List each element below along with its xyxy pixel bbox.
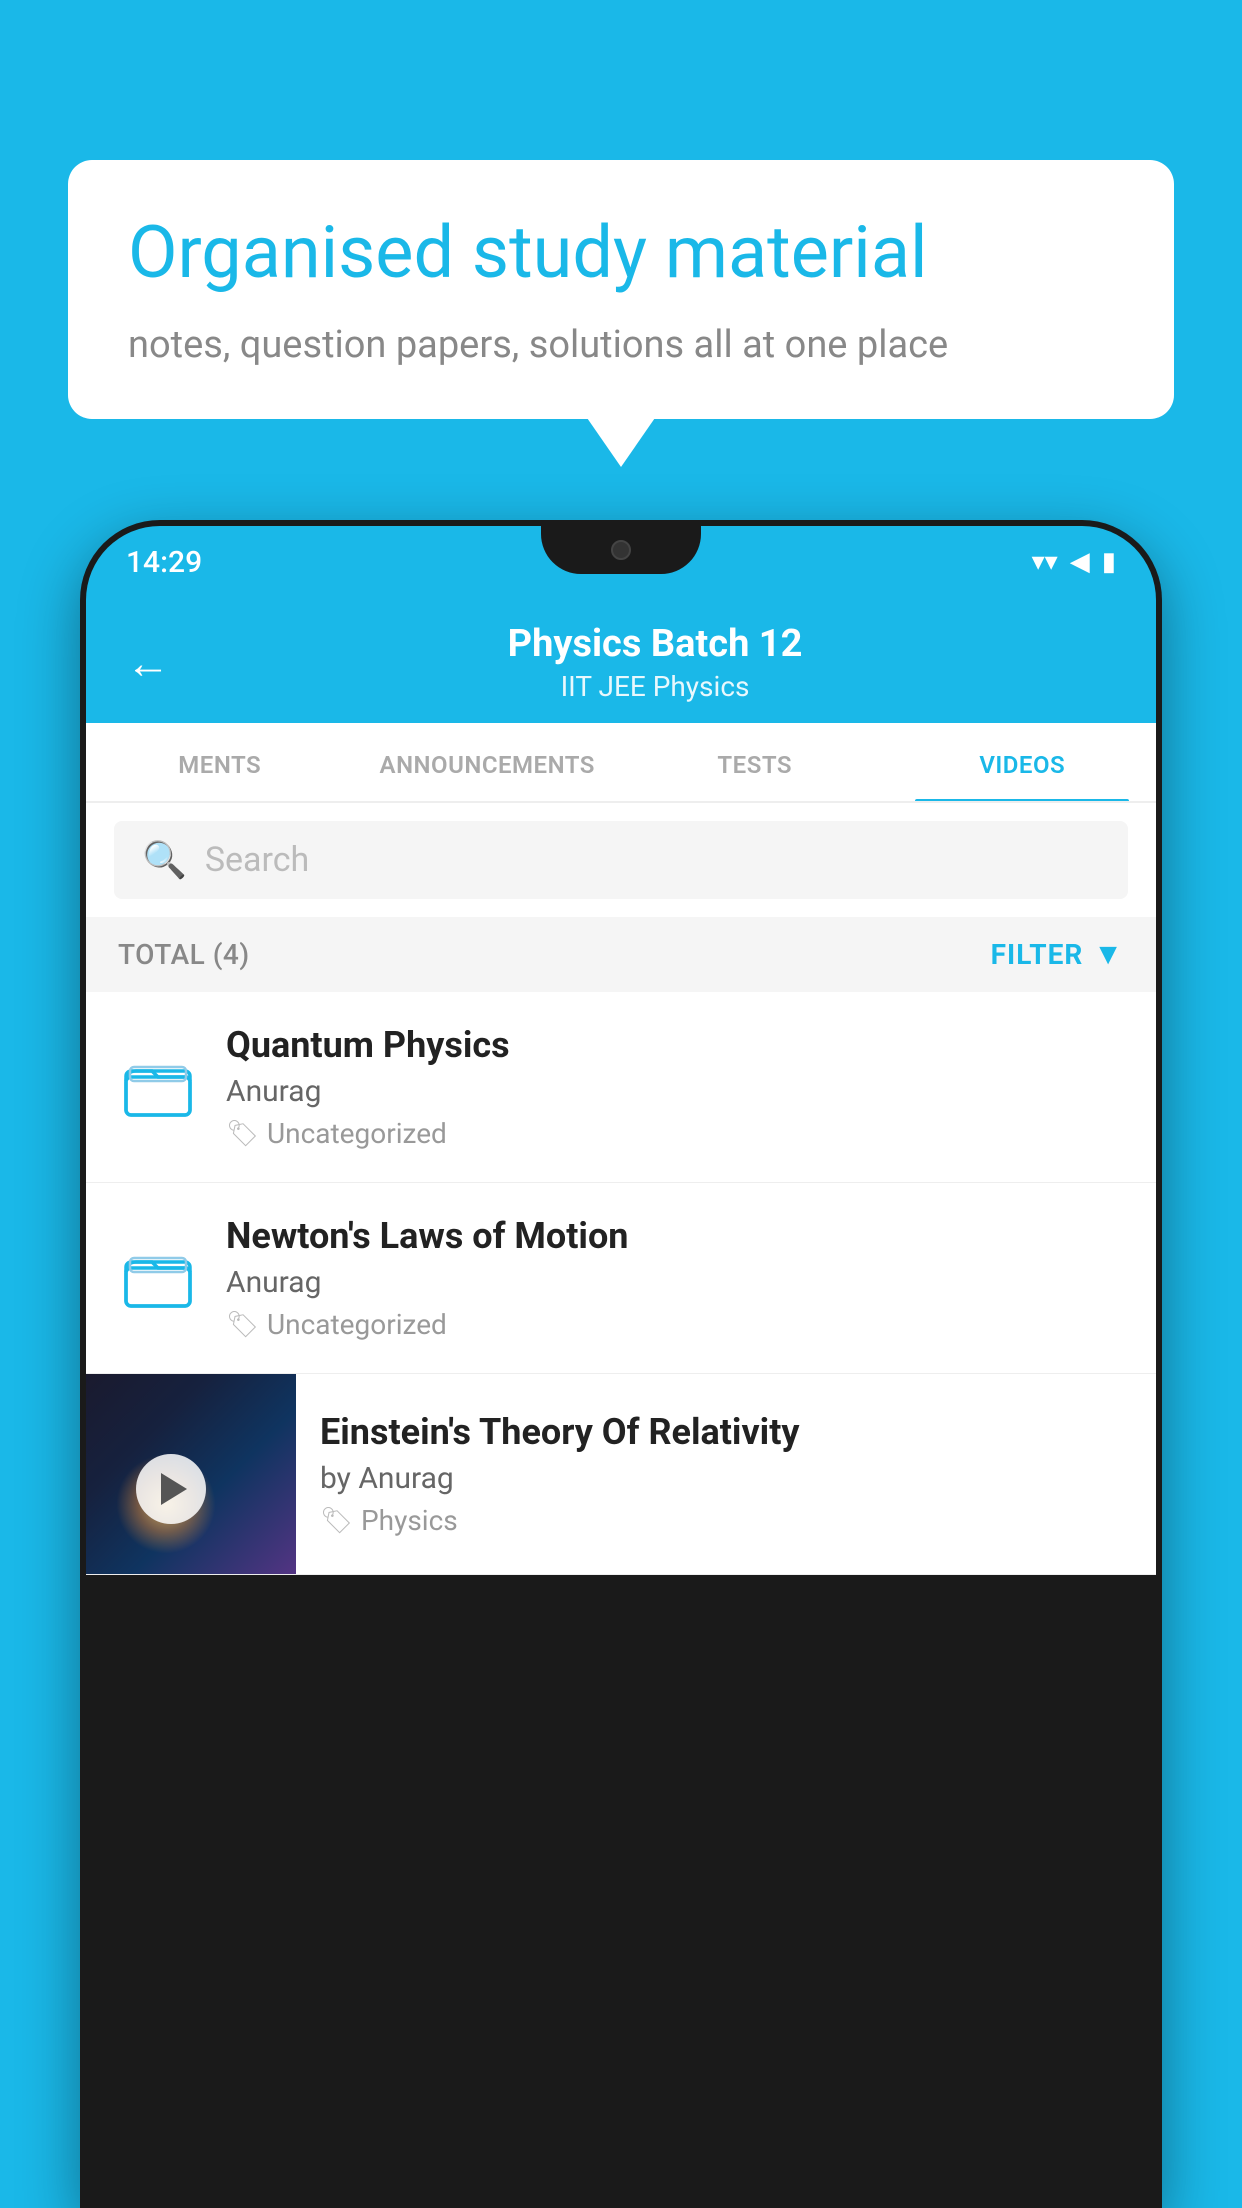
tab-ments[interactable]: MENTS [86,723,354,801]
video-title: Einstein's Theory Of Relativity [320,1411,1132,1453]
tag-icon: 🏷 [226,1310,259,1340]
folder-icon [124,1246,192,1310]
batch-subtitle: IIT JEE Physics [194,670,1116,703]
filter-icon: ▼ [1093,937,1124,972]
search-input-wrapper[interactable]: 🔍 Search [114,821,1128,899]
list-item[interactable]: Newton's Laws of Motion Anurag 🏷 Uncateg… [86,1183,1156,1374]
video-tag: 🏷 Uncategorized [226,1308,1124,1341]
play-button[interactable] [136,1454,206,1524]
tab-videos[interactable]: VIDEOS [889,723,1157,801]
batch-title: Physics Batch 12 [194,622,1116,666]
search-input[interactable]: Search [205,840,309,880]
tab-announcements[interactable]: ANNOUNCEMENTS [354,723,622,801]
total-count: TOTAL (4) [118,938,250,971]
back-button[interactable]: ← [126,637,170,689]
tabs-bar: MENTS ANNOUNCEMENTS TESTS VIDEOS [86,723,1156,803]
app-header: ← Physics Batch 12 IIT JEE Physics [86,598,1156,723]
video-info: Quantum Physics Anurag 🏷 Uncategorized [226,1024,1124,1150]
tag-icon: 🏷 [226,1119,259,1149]
front-camera [611,540,631,560]
signal-icon: ◀ [1070,547,1090,577]
video-info: Newton's Laws of Motion Anurag 🏷 Uncateg… [226,1215,1124,1341]
phone-frame: 14:29 ▾▾ ◀ ▮ ← Physics Batch 12 IIT JEE … [80,520,1162,2208]
video-thumbnail [86,1374,296,1574]
video-title: Quantum Physics [226,1024,1124,1066]
video-list: Quantum Physics Anurag 🏷 Uncategorized [86,992,1156,1575]
video-info: Einstein's Theory Of Relativity by Anura… [296,1383,1156,1565]
video-author: Anurag [226,1265,1124,1300]
speech-bubble: Organised study material notes, question… [68,160,1174,419]
play-icon [161,1473,187,1505]
video-author: Anurag [226,1074,1124,1109]
wifi-icon: ▾▾ [1032,547,1058,577]
bubble-subtext: notes, question papers, solutions all at… [128,323,1114,367]
speech-bubble-card: Organised study material notes, question… [68,160,1174,419]
phone-inner: 14:29 ▾▾ ◀ ▮ ← Physics Batch 12 IIT JEE … [86,526,1156,2202]
status-time: 14:29 [126,545,202,580]
list-item[interactable]: Einstein's Theory Of Relativity by Anura… [86,1374,1156,1575]
folder-icon-container [118,1055,198,1119]
search-icon: 🔍 [142,839,187,881]
tab-tests[interactable]: TESTS [621,723,889,801]
search-container: 🔍 Search [86,803,1156,917]
header-title-group: Physics Batch 12 IIT JEE Physics [194,622,1116,703]
folder-icon-container [118,1246,198,1310]
status-bar: 14:29 ▾▾ ◀ ▮ [86,526,1156,598]
video-title: Newton's Laws of Motion [226,1215,1124,1257]
battery-icon: ▮ [1102,547,1116,577]
video-tag: 🏷 Physics [320,1504,1132,1537]
video-author: by Anurag [320,1461,1132,1496]
list-item[interactable]: Quantum Physics Anurag 🏷 Uncategorized [86,992,1156,1183]
video-tag: 🏷 Uncategorized [226,1117,1124,1150]
notch [541,526,701,574]
tag-icon: 🏷 [320,1506,353,1536]
filter-bar: TOTAL (4) FILTER ▼ [86,917,1156,992]
status-icons: ▾▾ ◀ ▮ [1032,547,1116,577]
folder-icon [124,1055,192,1119]
bubble-heading: Organised study material [128,212,1114,295]
filter-button[interactable]: FILTER ▼ [991,937,1124,972]
